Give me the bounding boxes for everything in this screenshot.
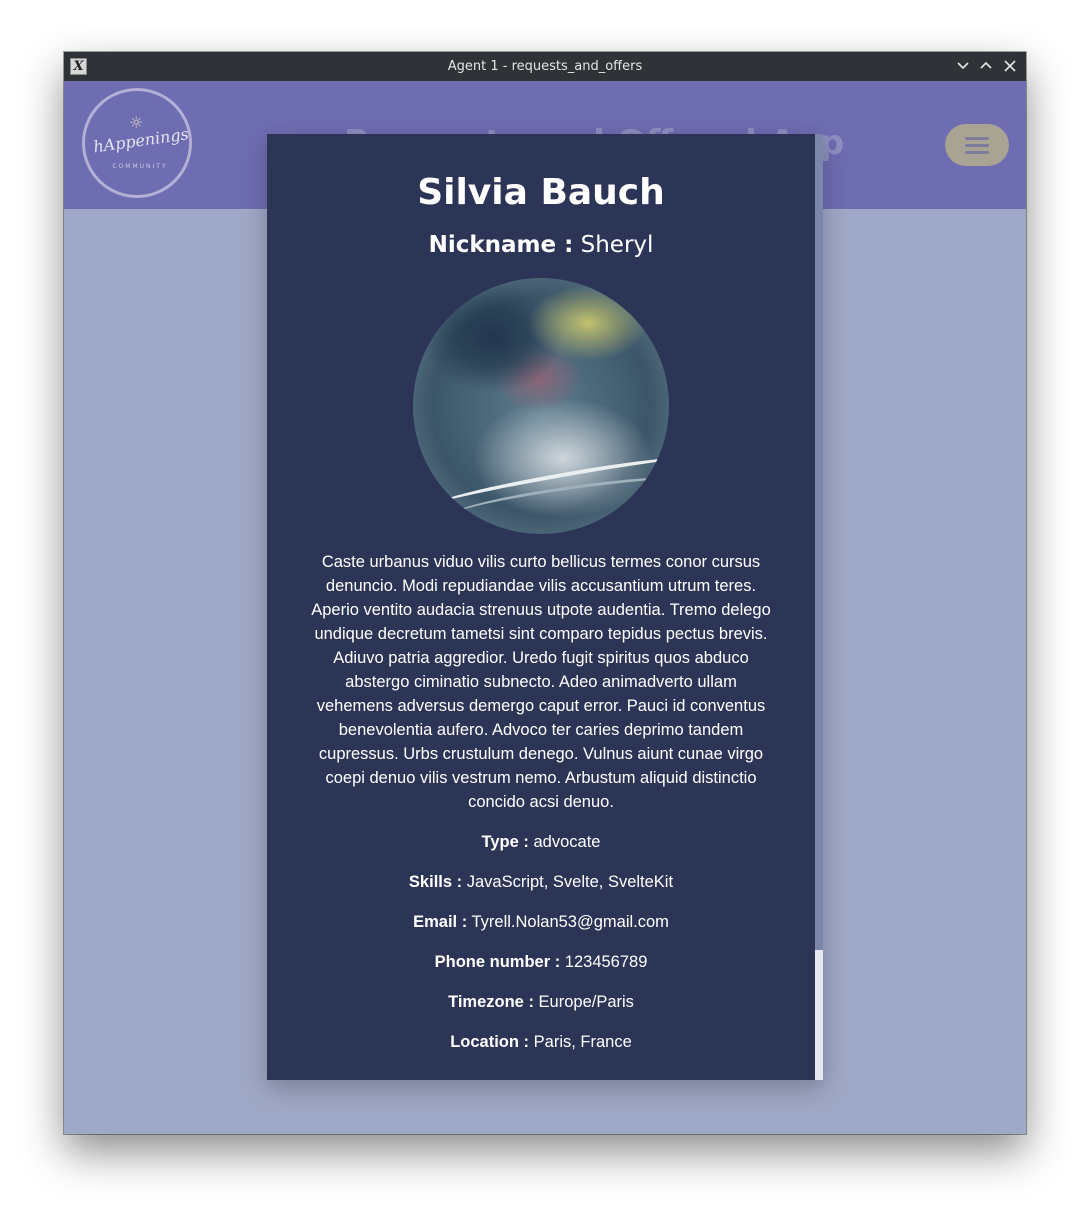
user-location: Location : Paris, France: [267, 1030, 815, 1054]
sun-icon: ☼: [129, 113, 144, 132]
user-name: Silvia Bauch: [417, 172, 665, 213]
user-bio: Caste urbanus viduo vilis curto bellicus…: [311, 553, 771, 811]
happenings-logo[interactable]: ☼ hAppenings COMMUNITY: [82, 88, 192, 198]
skills-value: JavaScript, Svelte, SvelteKit: [466, 873, 674, 891]
timezone-value: Europe/Paris: [538, 993, 634, 1011]
chevron-down-icon[interactable]: [954, 57, 972, 75]
app-window: X Agent 1 - requests_and_offers ☼ hAppen…: [64, 52, 1026, 1134]
timezone-label: Timezone :: [448, 993, 534, 1011]
user-nickname: Nickname : Sheryl: [267, 232, 815, 258]
avatar: [413, 278, 669, 534]
modal-scrollbar[interactable]: [815, 134, 823, 1080]
location-label: Location :: [450, 1033, 530, 1051]
email-label: Email :: [413, 913, 468, 931]
phone-label: Phone number :: [434, 953, 561, 971]
scrollbar-thumb[interactable]: [815, 134, 823, 950]
close-icon[interactable]: [1001, 57, 1019, 75]
skills-label: Skills :: [408, 873, 463, 891]
type-label: Type :: [481, 833, 529, 851]
window-title: Agent 1 - requests_and_offers: [447, 59, 643, 74]
menu-button[interactable]: [945, 124, 1009, 166]
location-value: Paris, France: [533, 1033, 632, 1051]
user-skills: Skills : JavaScript, Svelte, SvelteKit: [267, 870, 815, 894]
user-timezone: Timezone : Europe/Paris: [267, 990, 815, 1014]
logo-subtext: COMMUNITY: [112, 163, 168, 170]
nickname-value: Sheryl: [580, 232, 654, 258]
user-phone: Phone number : 123456789: [267, 950, 815, 974]
phone-value: 123456789: [564, 953, 648, 971]
type-value: advocate: [533, 833, 601, 851]
chevron-up-icon[interactable]: [977, 57, 995, 75]
nickname-label: Nickname :: [428, 232, 574, 258]
email-value: Tyrell.Nolan53@gmail.com: [471, 913, 669, 931]
user-profile-modal: Silvia Bauch Nickname : Sheryl Caste urb…: [267, 134, 823, 1080]
user-type: Type : advocate: [267, 830, 815, 854]
user-email: Email : Tyrell.Nolan53@gmail.com: [267, 910, 815, 934]
window-titlebar[interactable]: X Agent 1 - requests_and_offers: [64, 52, 1026, 81]
